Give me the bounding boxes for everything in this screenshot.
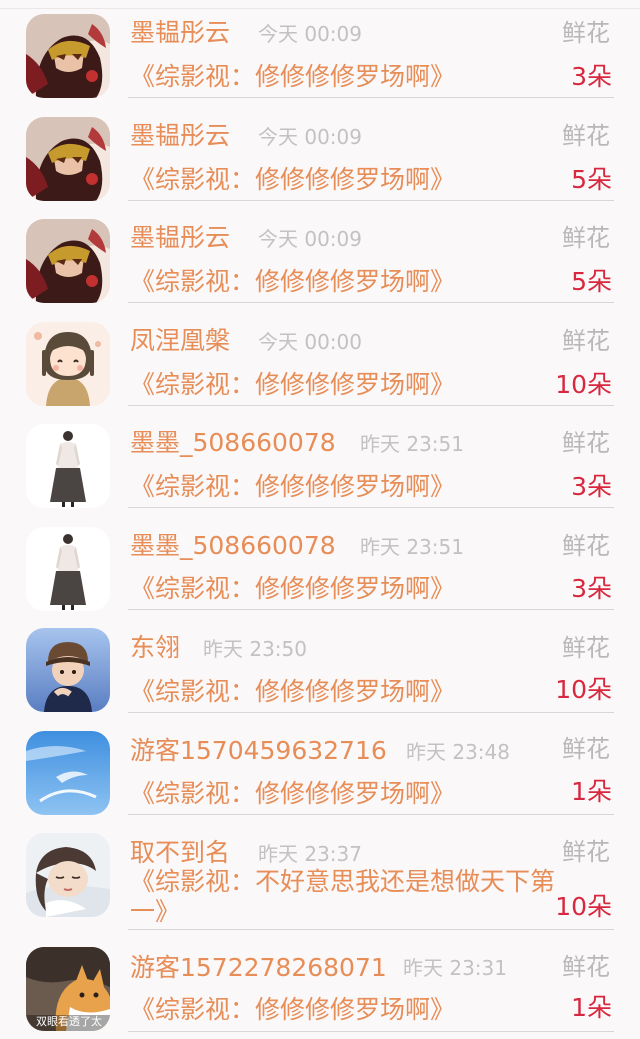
gift-type: 鲜花 (562, 735, 610, 763)
gift-record-row[interactable]: 东翎 昨天 23:50 鲜花 《综影视：修修修修罗场啊》 10朵 (0, 618, 640, 721)
avatar[interactable] (26, 424, 110, 508)
fashion-figure-avatar-icon (26, 527, 110, 611)
book-title[interactable]: 《综影视：修修修修罗场啊》 (130, 677, 455, 707)
gift-count: 1朵 (571, 993, 612, 1022)
gift-type: 鲜花 (562, 19, 610, 47)
user-name[interactable]: 墨墨_508660078 (130, 531, 336, 561)
gift-record-row[interactable]: 墨墨_508660078 昨天 23:51 鲜花 《综影视：修修修修罗场啊》 3… (0, 515, 640, 618)
user-name[interactable]: 墨韫彤云 (130, 121, 230, 151)
user-name[interactable]: 凤涅凰槃 (130, 326, 230, 356)
avatar[interactable] (26, 219, 110, 303)
book-title[interactable]: 《综影视：修修修修罗场啊》 (130, 779, 455, 809)
row-divider (128, 302, 614, 303)
user-name[interactable]: 游客1570459632716 (130, 736, 387, 766)
blue-sky-avatar-icon (26, 731, 110, 815)
gift-type: 鲜花 (562, 953, 610, 981)
gift-record-row[interactable]: 双眼看透了太 游客1572278268071 昨天 23:31 鲜花 《综影视：… (0, 938, 640, 1039)
row-divider (128, 929, 614, 930)
gift-count: 5朵 (571, 267, 612, 296)
avatar-caption: 双眼看透了太 (36, 1015, 102, 1028)
gift-type: 鲜花 (562, 532, 610, 560)
row-divider (128, 1031, 614, 1032)
avatar[interactable]: 双眼看透了太 (26, 947, 110, 1031)
timestamp: 昨天 23:51 (360, 432, 464, 456)
gift-count: 5朵 (571, 165, 612, 194)
avatar[interactable] (26, 833, 110, 917)
user-name[interactable]: 东翎 (130, 633, 180, 663)
book-title[interactable]: 《综影视：修修修修罗场啊》 (130, 62, 455, 92)
gift-count: 3朵 (571, 574, 612, 603)
gift-record-row[interactable]: 墨韫彤云 今天 00:09 鲜花 《综影视：修修修修罗场啊》 5朵 (0, 206, 640, 309)
row-divider (128, 609, 614, 610)
masked-woman-avatar-icon (26, 117, 110, 201)
avatar[interactable] (26, 731, 110, 815)
gift-type: 鲜花 (562, 122, 610, 150)
row-divider (128, 507, 614, 508)
gift-record-row[interactable]: 墨韫彤云 今天 00:09 鲜花 《综影视：修修修修罗场啊》 3朵 (0, 0, 640, 103)
timestamp: 昨天 23:37 (258, 842, 362, 866)
gift-record-row[interactable]: 墨墨_508660078 昨天 23:51 鲜花 《综影视：修修修修罗场啊》 3… (0, 412, 640, 515)
book-title[interactable]: 《综影视：修修修修罗场啊》 (130, 995, 455, 1025)
avatar[interactable] (26, 628, 110, 712)
user-name[interactable]: 墨墨_508660078 (130, 428, 336, 458)
gift-record-row[interactable]: 取不到名 昨天 23:37 鲜花 《综影视：不好意思我还是想做天下第一》 10朵 (0, 824, 640, 938)
book-title[interactable]: 《综影视：修修修修罗场啊》 (130, 472, 455, 502)
gift-type: 鲜花 (562, 327, 610, 355)
user-name[interactable]: 墨韫彤云 (130, 18, 230, 48)
book-title[interactable]: 《综影视：修修修修罗场啊》 (130, 165, 455, 195)
gift-count: 10朵 (555, 370, 612, 399)
gift-record-row[interactable]: 墨韫彤云 今天 00:09 鲜花 《综影视：修修修修罗场啊》 5朵 (0, 103, 640, 206)
boy-hat-avatar-icon (26, 628, 110, 712)
gift-type: 鲜花 (562, 838, 610, 866)
timestamp: 昨天 23:31 (403, 956, 507, 980)
row-divider (128, 814, 614, 815)
timestamp: 昨天 23:48 (406, 740, 510, 764)
timestamp: 昨天 23:51 (360, 535, 464, 559)
gift-count: 10朵 (555, 675, 612, 704)
gift-type: 鲜花 (562, 224, 610, 252)
gift-type: 鲜花 (562, 634, 610, 662)
book-title[interactable]: 《综影视：修修修修罗场啊》 (130, 574, 455, 604)
row-divider (128, 200, 614, 201)
masked-woman-avatar-icon (26, 14, 110, 98)
avatar[interactable] (26, 322, 110, 406)
book-title[interactable]: 《综影视：修修修修罗场啊》 (130, 370, 455, 400)
book-title[interactable]: 《综影视：修修修修罗场啊》 (130, 267, 455, 297)
timestamp: 昨天 23:50 (203, 637, 307, 661)
row-divider (128, 97, 614, 98)
user-name[interactable]: 游客1572278268071 (130, 953, 387, 983)
row-divider (128, 405, 614, 406)
row-divider (128, 712, 614, 713)
avatar[interactable] (26, 527, 110, 611)
user-name[interactable]: 墨韫彤云 (130, 223, 230, 253)
timestamp: 今天 00:09 (258, 227, 362, 251)
gift-count: 10朵 (555, 892, 612, 921)
user-name[interactable]: 取不到名 (130, 838, 230, 868)
gift-record-row[interactable]: 凤涅凰槃 今天 00:00 鲜花 《综影视：修修修修罗场啊》 10朵 (0, 309, 640, 412)
fashion-figure-avatar-icon (26, 424, 110, 508)
gift-record-row[interactable]: 游客1570459632716 昨天 23:48 鲜花 《综影视：修修修修罗场啊… (0, 721, 640, 824)
masked-woman-avatar-icon (26, 219, 110, 303)
timestamp: 今天 00:00 (258, 330, 362, 354)
gift-count: 3朵 (571, 62, 612, 91)
gift-type: 鲜花 (562, 429, 610, 457)
sleeping-woman-avatar-icon (26, 833, 110, 917)
avatar[interactable] (26, 117, 110, 201)
gift-count: 1朵 (571, 777, 612, 806)
chibi-girl-avatar-icon (26, 322, 110, 406)
avatar[interactable] (26, 14, 110, 98)
timestamp: 今天 00:09 (258, 22, 362, 46)
timestamp: 今天 00:09 (258, 125, 362, 149)
book-title[interactable]: 《综影视：不好意思我还是想做天下第一》 (130, 867, 580, 927)
gift-count: 3朵 (571, 472, 612, 501)
